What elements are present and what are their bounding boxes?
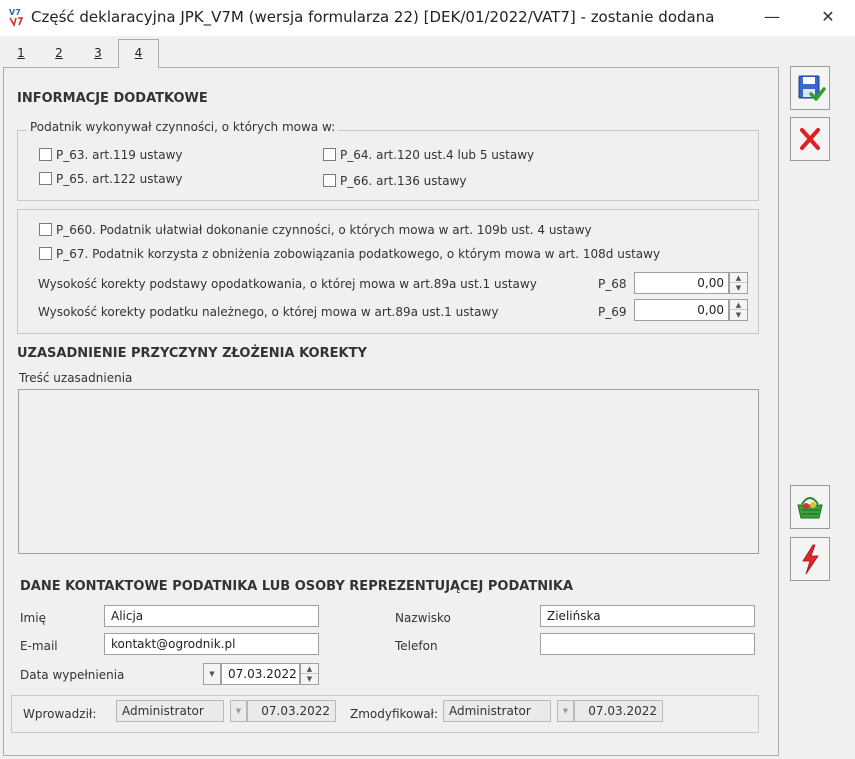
close-button[interactable]: ✕: [814, 6, 842, 28]
date-field[interactable]: 07.03.2022: [221, 663, 300, 685]
modified-label: Zmodyfikował:: [350, 707, 439, 721]
save-button[interactable]: [790, 66, 830, 110]
date-label: Data wypełnienia: [20, 668, 125, 682]
email-label: E-mail: [20, 639, 58, 653]
chevron-down-icon: ▼: [209, 670, 215, 678]
basket-button[interactable]: [790, 485, 830, 529]
activities-group-legend: Podatnik wykonywał czynności, o których …: [27, 120, 339, 134]
tab-3[interactable]: 3: [85, 40, 111, 67]
entered-by-field: Administrator: [116, 700, 224, 722]
date-dropdown-button[interactable]: ▼: [203, 663, 221, 685]
entered-label: Wprowadził:: [23, 707, 97, 721]
p69-input[interactable]: 0,00: [634, 299, 729, 321]
last-name-label: Nazwisko: [395, 611, 451, 625]
date-stepper[interactable]: ▲ ▼: [300, 663, 319, 685]
info-heading: INFORMACJE DODATKOWE: [17, 91, 208, 106]
p63-label: P_63. art.119 ustawy: [56, 148, 183, 162]
entered-date-field: 07.03.2022: [247, 700, 336, 722]
window-title: Część deklaracyjna JPK_V7M (wersja formu…: [31, 8, 715, 26]
spin-up-icon[interactable]: ▲: [730, 300, 747, 310]
p66-label: P_66. art.136 ustawy: [340, 174, 467, 188]
activities-group: [17, 130, 759, 201]
spin-up-icon[interactable]: ▲: [301, 664, 318, 674]
first-name-field[interactable]: Alicja: [104, 605, 319, 627]
save-icon: [798, 75, 826, 101]
tab-2[interactable]: 2: [46, 40, 72, 67]
lightning-icon: [802, 544, 819, 575]
justification-textarea[interactable]: [18, 389, 759, 554]
svg-text:V7: V7: [9, 8, 21, 17]
p65-label: P_65. art.122 ustawy: [56, 172, 183, 186]
p63-checkbox[interactable]: [39, 148, 52, 161]
p69-stepper[interactable]: ▲ ▼: [729, 299, 748, 321]
p64-label: P_64. art.120 ust.4 lub 5 ustawy: [340, 148, 535, 162]
basket-icon: [797, 497, 823, 519]
spin-down-icon[interactable]: ▼: [730, 310, 747, 320]
p660-label: P_660. Podatnik ułatwiał dokonanie czynn…: [56, 223, 592, 237]
spin-down-icon[interactable]: ▼: [730, 283, 747, 293]
tab-4[interactable]: 4: [118, 39, 159, 68]
p68-stepper[interactable]: ▲ ▼: [729, 272, 748, 294]
action-button[interactable]: [790, 537, 830, 581]
phone-label: Telefon: [395, 639, 438, 653]
tab-1[interactable]: 1: [8, 40, 34, 67]
minimize-icon: —: [764, 7, 780, 26]
justification-heading: UZASADNIENIE PRZYCZYNY ZŁOŻENIA KOREKTY: [17, 346, 367, 361]
spin-up-icon[interactable]: ▲: [730, 273, 747, 283]
last-name-field[interactable]: Zielińska: [540, 605, 755, 627]
modified-by-field: Administrator: [443, 700, 551, 722]
justification-content-label: Treść uzasadnienia: [19, 371, 133, 385]
email-field[interactable]: kontakt@ogrodnik.pl: [104, 633, 319, 655]
minimize-button[interactable]: —: [758, 6, 786, 28]
cancel-icon: [800, 128, 820, 150]
p67-checkbox[interactable]: [39, 247, 52, 260]
p69-code: P_69: [598, 305, 627, 319]
cancel-button[interactable]: [790, 117, 830, 161]
app-icon: V7: [8, 7, 24, 28]
p67-label: P_67. Podatnik korzysta z obniżenia zobo…: [56, 247, 661, 261]
p68-label: Wysokość korekty podstawy opodatkowania,…: [38, 277, 537, 291]
p68-input[interactable]: 0,00: [634, 272, 729, 294]
contact-heading: DANE KONTAKTOWE PODATNIKA LUB OSOBY REPR…: [20, 579, 574, 594]
p65-checkbox[interactable]: [39, 172, 52, 185]
chevron-down-icon: ▼: [562, 707, 569, 715]
chevron-down-icon: ▼: [235, 707, 242, 715]
spin-down-icon[interactable]: ▼: [301, 674, 318, 684]
p68-code: P_68: [598, 277, 627, 291]
p66-checkbox[interactable]: [323, 174, 336, 187]
modified-dropdown: ▼: [557, 700, 574, 722]
p660-checkbox[interactable]: [39, 223, 52, 236]
entered-dropdown: ▼: [230, 700, 247, 722]
modified-date-field: 07.03.2022: [574, 700, 663, 722]
p64-checkbox[interactable]: [323, 148, 336, 161]
close-icon: ✕: [821, 7, 835, 26]
p69-label: Wysokość korekty podatku należnego, o kt…: [38, 305, 499, 319]
first-name-label: Imię: [20, 611, 46, 625]
phone-field[interactable]: [540, 633, 755, 655]
